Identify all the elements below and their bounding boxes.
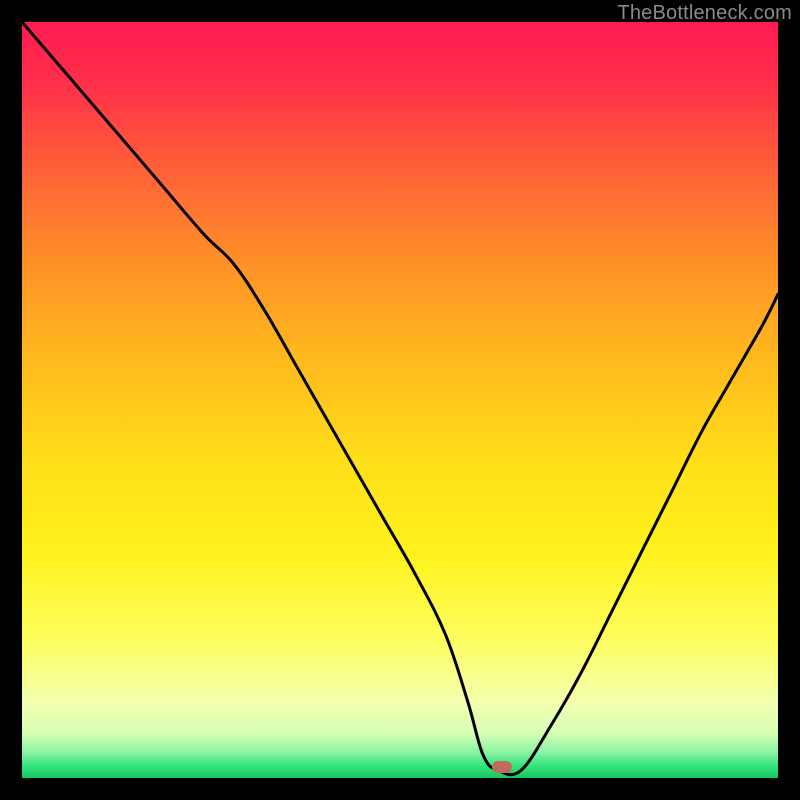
optimum-marker (492, 761, 512, 773)
bottleneck-curve (22, 22, 778, 778)
chart-frame: TheBottleneck.com (0, 0, 800, 800)
watermark-text: TheBottleneck.com (617, 2, 792, 25)
plot-area (22, 22, 778, 778)
